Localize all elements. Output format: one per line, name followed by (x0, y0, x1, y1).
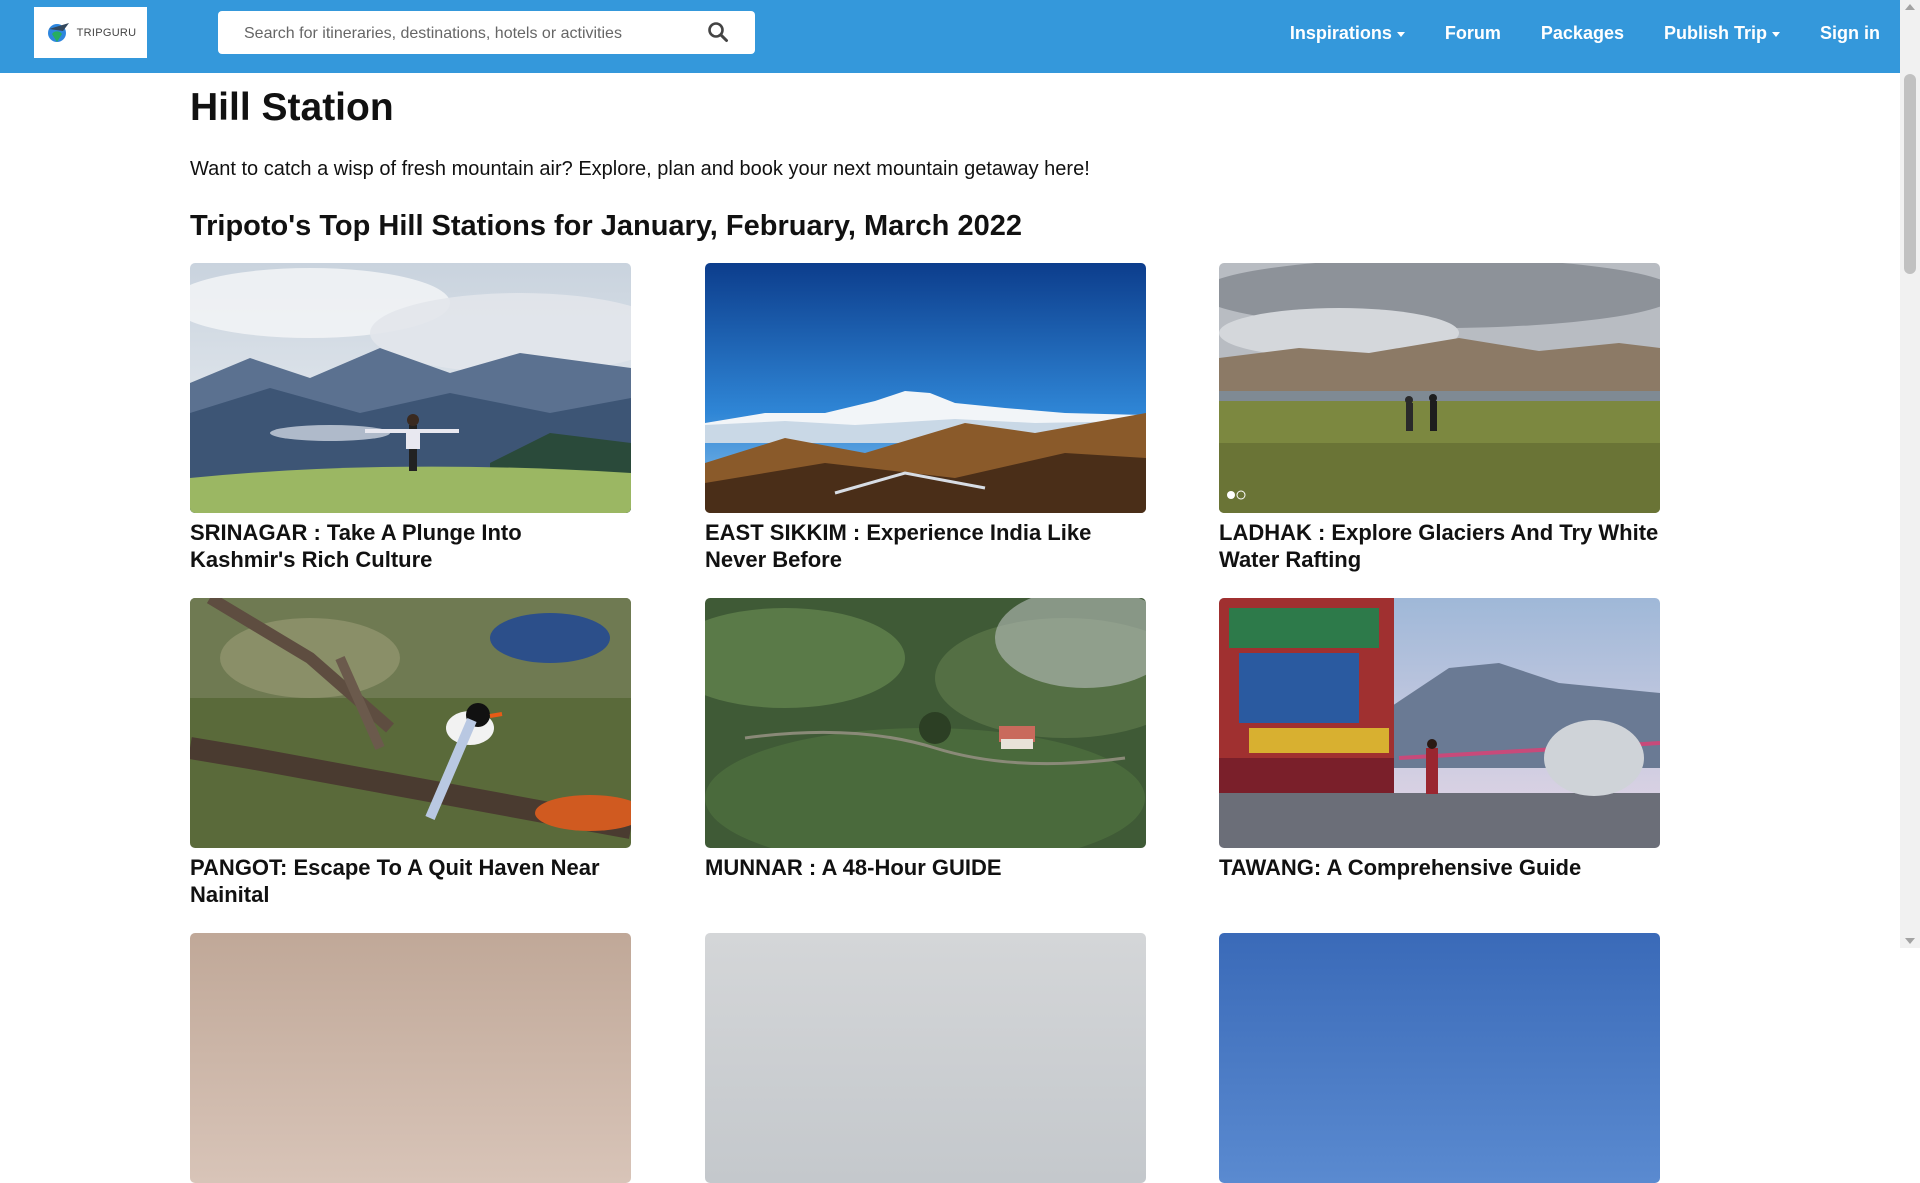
card-image[interactable] (190, 598, 631, 848)
card-image[interactable] (705, 598, 1146, 848)
scroll-thumb[interactable] (1904, 74, 1916, 274)
main-content: Hill Station Want to catch a wisp of fre… (190, 73, 1660, 1183)
destination-card-tawang[interactable]: TAWANG: A Comprehensive Guide (1219, 598, 1660, 881)
page-scrollbar[interactable] (1900, 0, 1920, 948)
logo-text: TRIPGURU (76, 26, 137, 39)
nav-packages-label: Packages (1540, 22, 1624, 43)
nav-links: Inspirations Forum Packages Publish Trip… (1250, 0, 1880, 66)
nav-forum[interactable]: Forum (1445, 23, 1501, 44)
destination-card-partial[interactable] (190, 933, 631, 1183)
card-title[interactable]: TAWANG: A Comprehensive Guide (1219, 854, 1660, 881)
destination-card-pangot[interactable]: PANGOT: Escape To A Quit Haven Near Nain… (190, 598, 631, 908)
card-title[interactable]: MUNNAR : A 48-Hour GUIDE (705, 854, 1146, 881)
card-title[interactable]: PANGOT: Escape To A Quit Haven Near Nain… (190, 854, 631, 908)
nav-packages[interactable]: Packages (1541, 23, 1624, 44)
card-image[interactable] (1219, 263, 1660, 513)
card-image[interactable] (1219, 933, 1660, 1183)
page-intro: Want to catch a wisp of fresh mountain a… (190, 158, 1090, 180)
destination-card-ladhak[interactable]: LADHAK : Explore Glaciers And Try White … (1219, 263, 1660, 573)
card-title[interactable]: SRINAGAR : Take A Plunge Into Kashmir's … (190, 519, 631, 573)
page-title: Hill Station (190, 86, 394, 129)
destination-card-partial[interactable] (1219, 933, 1660, 1183)
card-image[interactable] (705, 263, 1146, 513)
caret-down-icon (1396, 31, 1405, 37)
nav-publish-trip-label: Publish Trip (1663, 22, 1767, 43)
logo-plane-icon (47, 22, 69, 42)
scroll-down-icon[interactable] (1905, 938, 1915, 944)
caret-down-icon (1772, 31, 1780, 37)
destination-card-partial[interactable] (705, 933, 1146, 1183)
nav-sign-in-label: Sign in (1820, 22, 1880, 43)
card-title[interactable]: EAST SIKKIM : Experience India Like Neve… (705, 519, 1146, 573)
card-image[interactable] (190, 933, 631, 1183)
destination-card-east-sikkim[interactable]: EAST SIKKIM : Experience India Like Neve… (705, 263, 1146, 573)
destination-card-munnar[interactable]: MUNNAR : A 48-Hour GUIDE (705, 598, 1146, 881)
card-title[interactable]: LADHAK : Explore Glaciers And Try White … (1219, 519, 1660, 573)
site-logo[interactable]: TRIPGURU (34, 7, 147, 58)
card-image[interactable] (705, 933, 1146, 1183)
destination-card-srinagar[interactable]: SRINAGAR : Take A Plunge Into Kashmir's … (190, 263, 631, 573)
nav-inspirations-label: Inspirations (1289, 22, 1392, 43)
search-icon[interactable] (707, 21, 729, 43)
search-bar (218, 11, 755, 56)
nav-sign-in[interactable]: Sign in (1820, 23, 1880, 44)
scroll-up-icon[interactable] (1905, 4, 1915, 10)
section-title: Tripoto's Top Hill Stations for January,… (190, 210, 1022, 242)
card-image[interactable] (1219, 598, 1660, 848)
card-image[interactable] (190, 263, 631, 513)
nav-forum-label: Forum (1444, 22, 1501, 43)
nav-inspirations[interactable]: Inspirations (1290, 23, 1405, 44)
nav-publish-trip[interactable]: Publish Trip (1664, 23, 1780, 44)
top-navbar: TRIPGURU Inspirations Forum Packages Pub… (0, 0, 1900, 73)
search-input[interactable] (242, 11, 686, 56)
